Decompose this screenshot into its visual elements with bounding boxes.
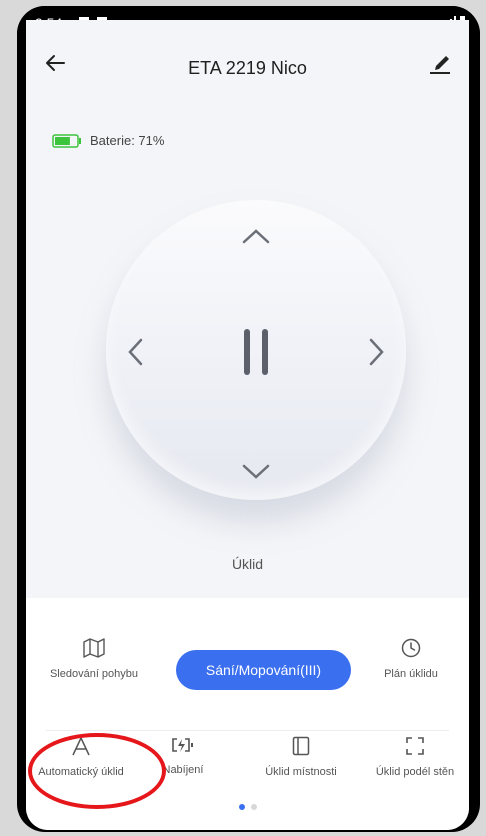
track-movement-label: Sledování pohybu	[49, 668, 139, 680]
page-title: ETA 2219 Nico	[188, 58, 307, 78]
pause-icon	[244, 329, 268, 375]
pause-button[interactable]	[226, 320, 286, 384]
move-left-button[interactable]	[120, 335, 150, 369]
charging-button[interactable]: Nabíjení	[148, 736, 218, 776]
auto-clean-button[interactable]: Automatický úklid	[26, 736, 136, 778]
chevron-right-icon	[369, 338, 384, 366]
clock-icon	[401, 638, 421, 658]
chevron-up-icon	[242, 229, 270, 244]
divider	[46, 730, 449, 731]
battery-label: Baterie: 71%	[90, 133, 165, 148]
wall-clean-button[interactable]: Úklid podél stěn	[361, 736, 469, 778]
current-mode-label: Úklid	[231, 556, 264, 572]
chevron-down-icon	[242, 464, 270, 479]
auto-clean-label: Automatický úklid	[38, 766, 124, 778]
suction-mop-mode-button[interactable]: Sání/Mopování(III)	[176, 650, 351, 690]
move-down-button[interactable]	[234, 458, 278, 486]
cleaning-schedule-button[interactable]: Plán úklidu	[361, 638, 461, 680]
move-up-button[interactable]	[234, 222, 278, 250]
battery-icon	[52, 133, 81, 148]
page-indicator	[26, 804, 469, 810]
move-right-button[interactable]	[362, 335, 392, 369]
edit-button[interactable]	[423, 46, 457, 80]
wall-edge-icon	[406, 737, 424, 755]
room-clean-button[interactable]: Úklid místnosti	[251, 736, 351, 778]
chevron-left-icon	[128, 338, 143, 366]
charging-label: Nabíjení	[162, 764, 204, 776]
header: ETA 2219 Nico	[26, 38, 469, 94]
track-movement-button[interactable]: Sledování pohybu	[34, 638, 154, 680]
app-screen: ETA 2219 Nico Baterie: 71% Úklid Sledová…	[26, 20, 469, 830]
page-dot-2[interactable]	[250, 804, 257, 810]
room-icon	[292, 736, 310, 756]
letter-a-icon	[72, 736, 90, 756]
wall-clean-label: Úklid podél stěn	[375, 766, 455, 778]
charging-icon	[172, 738, 193, 752]
direction-pad	[106, 200, 406, 500]
page-dot-1[interactable]	[238, 804, 245, 810]
cleaning-schedule-label: Plán úklidu	[384, 668, 438, 680]
pencil-edit-icon	[430, 56, 450, 74]
room-clean-label: Úklid místnosti	[265, 766, 337, 778]
control-panel: Sledování pohybu Sání/Mopování(III) Plán…	[26, 598, 469, 830]
battery-status: Baterie: 71%	[52, 133, 164, 148]
map-icon	[83, 638, 105, 658]
